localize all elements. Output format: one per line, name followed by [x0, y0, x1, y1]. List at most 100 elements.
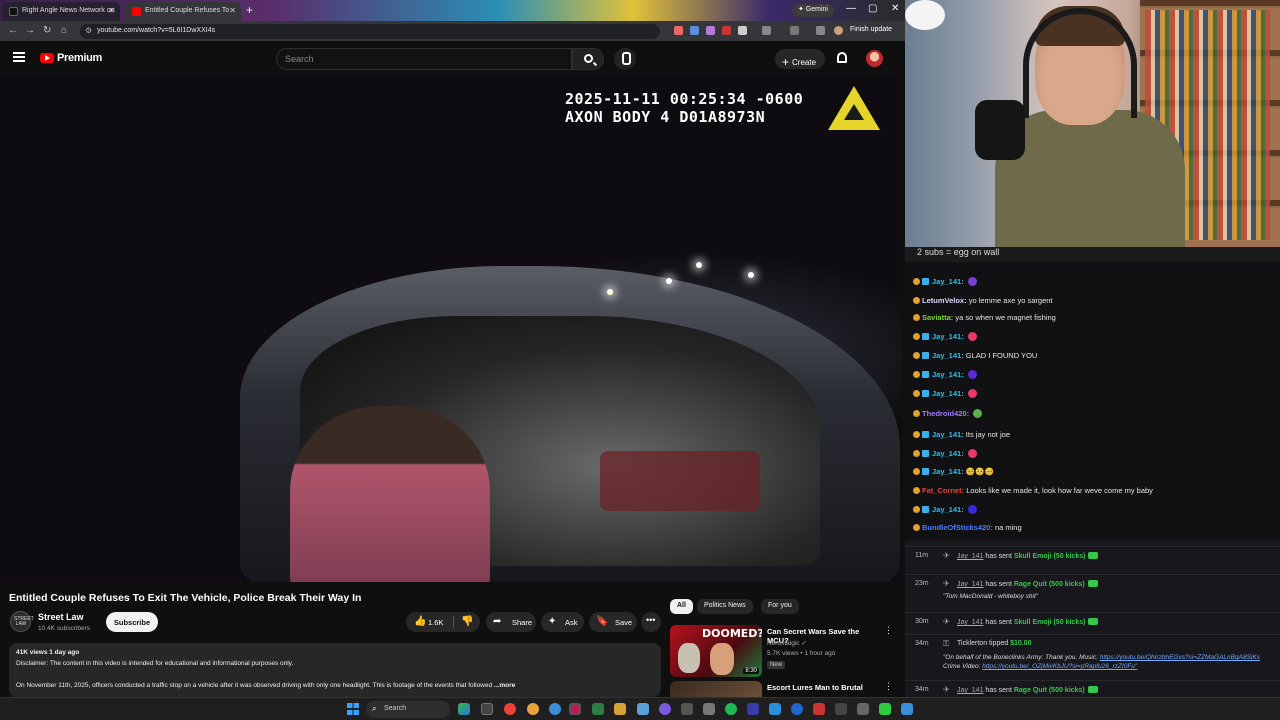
browser-tab[interactable]: Right Angle News Network on ✕	[2, 2, 120, 21]
chat-username[interactable]: Saviatta	[922, 313, 951, 322]
profile-icon[interactable]	[834, 26, 843, 35]
video-player[interactable]: 2025-11-11 00:25:34 -0600 AXON BODY 4 D0…	[0, 76, 902, 582]
recommended-title[interactable]: Escort Lures Man to Brutal	[767, 683, 882, 692]
video-thumbnail[interactable]: DOOMED? 8:30	[670, 625, 762, 677]
chip-all[interactable]: All	[670, 599, 693, 614]
app-icon[interactable]	[879, 703, 891, 715]
widgets-icon[interactable]	[458, 703, 470, 715]
chat-username[interactable]: Jay_141	[932, 370, 961, 379]
extension-icon[interactable]	[674, 26, 683, 35]
app-icon[interactable]	[681, 703, 693, 715]
forward-icon[interactable]: →	[25, 25, 35, 36]
file-explorer-icon[interactable]	[614, 703, 626, 715]
taskbar-search[interactable]: ⌕ Search	[366, 701, 450, 718]
app-icon[interactable]	[527, 703, 539, 715]
app-icon[interactable]	[835, 703, 847, 715]
windows-start-icon[interactable]	[347, 703, 359, 715]
chat-username[interactable]: Jay_141	[932, 505, 961, 514]
active-app-icon[interactable]	[569, 703, 581, 715]
chrome-icon[interactable]	[504, 703, 516, 715]
alert-username[interactable]: Jay_141	[957, 581, 983, 588]
channel-name[interactable]: Street Law	[38, 612, 84, 622]
back-icon[interactable]: ←	[8, 25, 18, 36]
app-icon[interactable]	[549, 703, 561, 715]
thumbs-down-icon[interactable]: 👎	[461, 616, 473, 627]
app-icon[interactable]	[659, 703, 671, 715]
close-window-button[interactable]: ✕	[891, 3, 899, 14]
like-count[interactable]: 1.6K	[428, 618, 443, 627]
extension-icon[interactable]	[738, 26, 747, 35]
chat-username[interactable]: Jay_141	[932, 449, 961, 458]
more-options-icon[interactable]: ⋮	[884, 625, 893, 636]
youtube-logo-icon[interactable]	[40, 53, 54, 63]
spotify-icon[interactable]	[725, 703, 737, 715]
save-button[interactable]: 🔖 Save	[589, 612, 637, 632]
alert-username[interactable]: Ticklerton	[957, 640, 987, 647]
search-button[interactable]	[572, 48, 604, 70]
app-icon[interactable]	[857, 703, 869, 715]
chat-username[interactable]: BundleOfSticks420	[922, 523, 990, 532]
show-more-link[interactable]: ...more	[494, 682, 515, 689]
app-icon[interactable]	[791, 703, 803, 715]
subscribe-button[interactable]: Subscribe	[106, 612, 158, 632]
new-tab-button[interactable]: +	[246, 3, 253, 17]
chat-username[interactable]: Jay_141	[932, 277, 961, 286]
chat-username[interactable]: Jay_141	[932, 332, 961, 341]
chip-for-you[interactable]: For you	[761, 599, 799, 614]
extensions-puzzle-icon[interactable]	[762, 26, 771, 35]
download-icon[interactable]	[816, 26, 825, 35]
chat-username[interactable]: Jay_141	[932, 430, 961, 439]
alert-username[interactable]: Jay_141	[957, 687, 983, 694]
app-icon[interactable]	[592, 703, 604, 715]
site-info-icon[interactable]: ⚙	[85, 26, 92, 35]
chat-username[interactable]: Fat_Cornet	[922, 486, 962, 495]
app-icon[interactable]	[637, 703, 649, 715]
alert-username[interactable]: Jay_141	[957, 619, 983, 626]
more-actions-button[interactable]: •••	[641, 612, 661, 632]
voice-search-mic-icon[interactable]	[614, 48, 636, 70]
recommended-video[interactable]: Escort Lures Man to Brutal ⋮	[670, 681, 895, 697]
task-view-icon[interactable]	[481, 703, 493, 715]
video-thumbnail[interactable]	[670, 681, 762, 697]
ask-button[interactable]: ✦ Ask	[541, 612, 584, 632]
chat-username[interactable]: Jay_141	[932, 467, 961, 476]
app-icon[interactable]	[703, 703, 715, 715]
crime-video-link[interactable]: https://youtu.be/_OZjMivKbJU?si=pRapfu26…	[982, 663, 1137, 670]
gemini-button[interactable]: ✦ Gemini	[792, 4, 834, 17]
reload-icon[interactable]: ↻	[43, 25, 51, 36]
app-icon[interactable]	[901, 703, 913, 715]
thumbs-up-icon[interactable]: 👍	[414, 616, 426, 627]
close-tab-icon[interactable]: ✕	[229, 6, 236, 15]
hamburger-menu-icon[interactable]	[13, 52, 25, 62]
app-icon[interactable]	[769, 703, 781, 715]
extension-icon[interactable]	[722, 26, 731, 35]
more-options-icon[interactable]: ⋮	[884, 681, 893, 692]
chat-username[interactable]: Jay_141	[932, 351, 961, 360]
search-input[interactable]	[277, 49, 571, 69]
recommended-video[interactable]: DOOMED? 8:30 Can Secret Wars Save the MC…	[670, 625, 895, 680]
share-button[interactable]: ➦ Share	[486, 612, 536, 632]
alert-username[interactable]: Jay_141	[957, 553, 983, 560]
chip-politics-news[interactable]: Politics News	[697, 599, 753, 614]
home-icon[interactable]: ⌂	[61, 25, 67, 36]
maximize-button[interactable]: ▢	[868, 3, 877, 14]
account-avatar[interactable]	[866, 50, 883, 67]
sidebar-icon[interactable]	[790, 26, 799, 35]
app-icon[interactable]	[813, 703, 825, 715]
chat-username[interactable]: Thedroid420	[922, 409, 967, 418]
minimize-button[interactable]: —	[846, 3, 856, 14]
recommended-channel[interactable]: Nerdstalgic ✓	[767, 639, 807, 647]
music-link[interactable]: https://youtu.be/QhIrzbhEGvs?si=ZZMaGALn…	[1100, 654, 1260, 661]
app-icon[interactable]	[747, 703, 759, 715]
close-tab-icon[interactable]: ✕	[108, 6, 115, 15]
create-button[interactable]: + Create	[775, 49, 825, 69]
finish-update-button[interactable]: Finish update	[850, 26, 892, 33]
browser-tab-active[interactable]: Entitled Couple Refuses To ✕	[125, 2, 241, 21]
extension-icon[interactable]	[706, 26, 715, 35]
address-bar[interactable]: ⚙ youtube.com/watch?v=5L6I1DwXXI4s	[80, 24, 660, 39]
chat-username[interactable]: LetumVelox	[922, 296, 964, 305]
youtube-premium-brand[interactable]: Premium	[57, 52, 102, 64]
video-description[interactable]: 41K views 1 day ago Disclaimer: The cont…	[9, 643, 661, 697]
channel-avatar[interactable]: STREET LAW	[10, 611, 34, 632]
chat-username[interactable]: Jay_141	[932, 389, 961, 398]
